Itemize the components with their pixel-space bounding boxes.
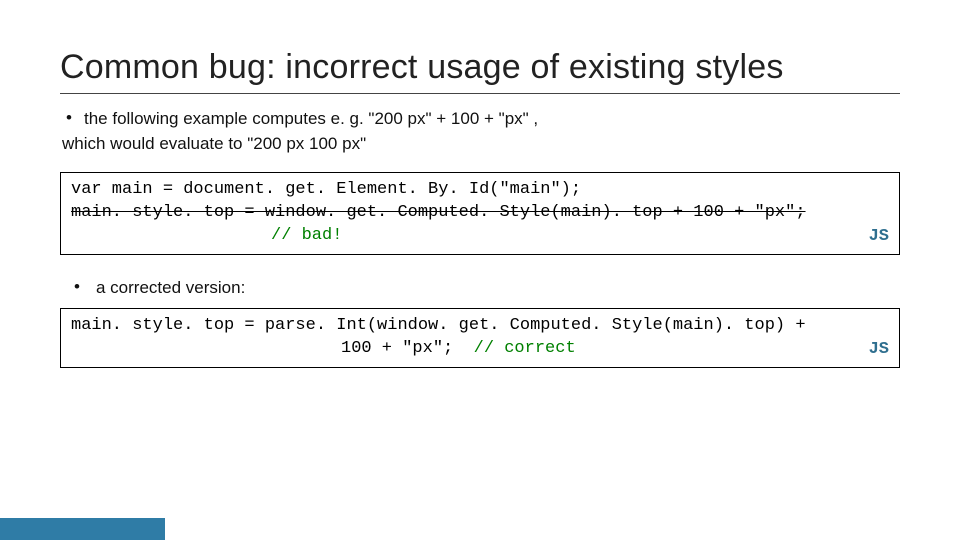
bullet-text-1: the following example computes e. g. "20… — [84, 108, 538, 131]
slide-title: Common bug: incorrect usage of existing … — [60, 48, 900, 94]
bullet-text-1-cont: which would evaluate to "200 px 100 px" — [60, 133, 900, 156]
code-lang-badge: JS — [869, 339, 889, 362]
code-line: main. style. top = parse. Int(window. ge… — [71, 315, 889, 338]
code-line-comment: 100 + "px"; // correct — [71, 338, 889, 361]
bullet-dot-icon: • — [66, 108, 84, 128]
bullet-dot-icon: • — [74, 277, 92, 297]
slide-content: Common bug: incorrect usage of existing … — [0, 0, 960, 368]
bullet-item-2: • a corrected version: — [60, 277, 900, 300]
code-line: var main = document. get. Element. By. I… — [71, 179, 889, 202]
code-line-comment: // bad! — [71, 225, 889, 248]
code-line-strike: main. style. top = window. get. Computed… — [71, 202, 889, 225]
code-block-bad: var main = document. get. Element. By. I… — [60, 172, 900, 255]
footer-accent-bar — [0, 518, 165, 540]
bullet-text-2: a corrected version: — [92, 277, 245, 300]
bullet-item-1: • the following example computes e. g. "… — [60, 108, 900, 131]
code-lang-badge: JS — [869, 226, 889, 249]
code-block-correct: main. style. top = parse. Int(window. ge… — [60, 308, 900, 368]
